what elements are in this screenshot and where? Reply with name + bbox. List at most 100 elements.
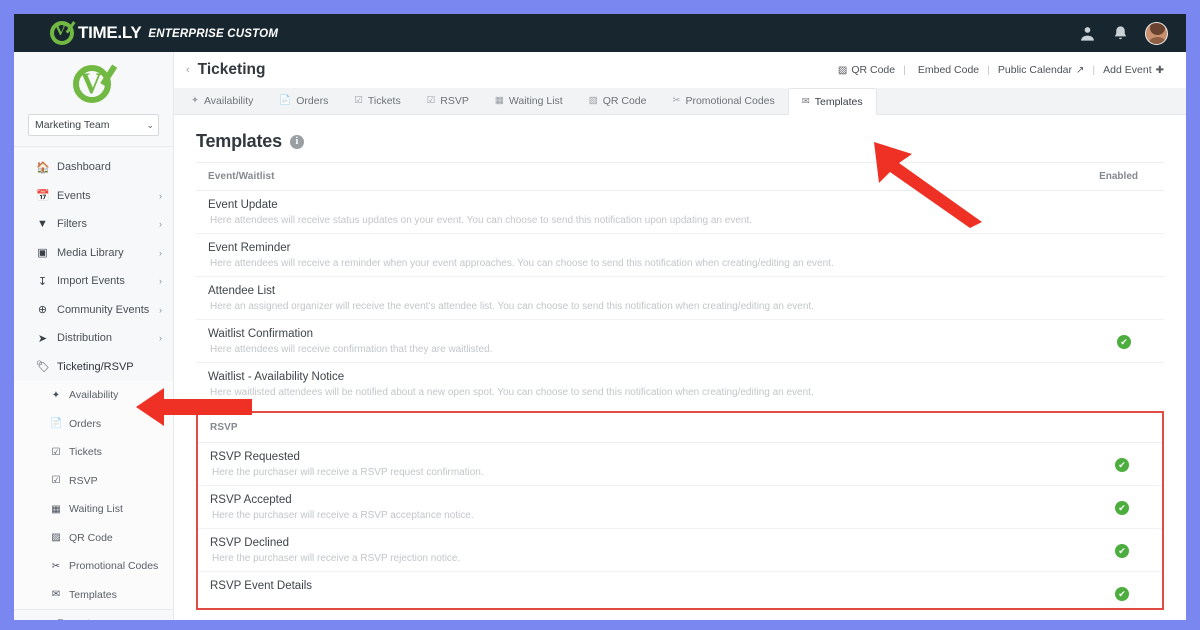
home-icon: 🏠 bbox=[36, 161, 50, 174]
section-name: RSVP bbox=[210, 422, 238, 433]
add-event-icon-trailing: ✚ bbox=[1155, 64, 1164, 76]
header-action-add-event[interactable]: Add Event ✚ bbox=[1097, 64, 1170, 76]
row-title: RSVP Event Details bbox=[210, 580, 313, 592]
row-content: RSVP Requested Here the purchaser will re… bbox=[210, 451, 1104, 478]
sidebar-item-distribution[interactable]: ➤ Distribution › bbox=[14, 324, 173, 353]
row-content: Attendee List Here an assigned organizer … bbox=[208, 285, 1106, 312]
templates-panel: Templates i Event/Waitlist Enabled Event U… bbox=[174, 115, 1186, 610]
chevron-right-icon: › bbox=[159, 219, 162, 230]
bell-icon[interactable] bbox=[1112, 25, 1129, 42]
row-enabled-cell[interactable]: ✔ bbox=[1106, 371, 1152, 392]
table-row[interactable]: Event Reminder Here attendees will receiv… bbox=[196, 234, 1164, 277]
header-action-public-calendar[interactable]: Public Calendar ↗ bbox=[992, 64, 1091, 76]
sidebar-item-dashboard[interactable]: 🏠 Dashboard bbox=[14, 153, 173, 182]
row-content: RSVP Accepted Here the purchaser will rec… bbox=[210, 494, 1104, 521]
avatar[interactable] bbox=[1145, 21, 1168, 45]
row-title: Waitlist Confirmation bbox=[208, 328, 314, 340]
row-enabled-cell[interactable]: ✔ bbox=[1106, 285, 1152, 306]
paper-plane-icon: ➤ bbox=[37, 332, 48, 345]
tab-label: Templates bbox=[814, 95, 863, 108]
row-enabled-cell[interactable]: ✔ bbox=[1104, 537, 1150, 558]
table-row[interactable]: Attendee List Here an assigned organizer … bbox=[196, 277, 1164, 320]
row-enabled-cell[interactable]: ✔ bbox=[1106, 328, 1152, 349]
tab-label: Orders bbox=[296, 94, 329, 107]
sidebar-item-import-events[interactable]: ↧ Import Events › bbox=[14, 267, 173, 296]
row-enabled-cell[interactable]: ✔ bbox=[1104, 451, 1150, 472]
tab-availability[interactable]: ✦ Availability bbox=[178, 87, 266, 114]
row-content: Event Reminder Here attendees will receiv… bbox=[208, 242, 1106, 269]
row-title: RSVP Declined bbox=[210, 537, 290, 549]
user-group-icon[interactable] bbox=[1079, 25, 1096, 42]
collapse-sidebar-icon[interactable]: ‹ bbox=[182, 64, 198, 76]
tab-rsvp[interactable]: ☑ RSVP bbox=[414, 87, 482, 114]
orders-icon: 📄 bbox=[279, 95, 292, 106]
tab-orders[interactable]: 📄 Orders bbox=[266, 87, 341, 114]
tab-tickets[interactable]: ☑ Tickets bbox=[341, 87, 413, 114]
row-title: Attendee List bbox=[208, 285, 276, 297]
sidebar: V Marketing Team ⌄ 🏠 Dashboard 📅 Events › ▼ Fi… bbox=[14, 52, 174, 620]
tab-label: Waiting List bbox=[508, 94, 563, 107]
tab-label: RSVP bbox=[440, 94, 469, 107]
table-row[interactable]: RSVP Event Details ✔ bbox=[198, 572, 1162, 608]
tab-waiting-list[interactable]: ▦ Waiting List bbox=[482, 87, 576, 114]
row-enabled-cell[interactable]: ✔ bbox=[1104, 580, 1150, 601]
enabled-check-icon[interactable]: ✔ bbox=[1115, 587, 1129, 601]
row-enabled-cell[interactable]: ✔ bbox=[1104, 494, 1150, 515]
availability-icon: ✦ bbox=[51, 389, 61, 401]
sidebar-subitem-templates[interactable]: ✉ Templates bbox=[14, 581, 173, 610]
download-icon: ↧ bbox=[37, 275, 48, 288]
header-action-embed-code[interactable]: Embed Code bbox=[908, 64, 985, 76]
sidebar-item-ticketing-rsvp[interactable]: 🏷 Ticketing/RSVP bbox=[14, 353, 173, 382]
sidebar-item-reports[interactable]: ≣ Reports › bbox=[14, 610, 173, 620]
tab-templates[interactable]: ✉ Templates bbox=[787, 88, 877, 115]
table-row[interactable]: RSVP Declined Here the purchaser will rec… bbox=[198, 529, 1162, 572]
sidebar-subitem-tickets[interactable]: ☑ Tickets bbox=[14, 438, 173, 467]
tab-qr-code[interactable]: ▨ QR Code bbox=[576, 87, 660, 114]
enabled-check-icon[interactable]: ✔ bbox=[1115, 544, 1129, 558]
sidebar-item-media-library[interactable]: ▣ Media Library › bbox=[14, 239, 173, 268]
header-action-qr-code[interactable]: ▨ QR Code bbox=[832, 64, 901, 76]
table-row[interactable]: RSVP Requested Here the purchaser will re… bbox=[198, 443, 1162, 486]
sidebar-subitem-promotional-codes[interactable]: ✂ Promotional Codes bbox=[14, 552, 173, 581]
table-row[interactable]: Waitlist - Availability Notice Here waitl… bbox=[196, 363, 1164, 405]
tab-promotional-codes[interactable]: ✂ Promotional Codes bbox=[660, 87, 788, 114]
sidebar-subitem-rsvp[interactable]: ☑ RSVP bbox=[14, 467, 173, 496]
enabled-check-icon[interactable]: ✔ bbox=[1115, 501, 1129, 515]
row-enabled-cell[interactable]: ✔ bbox=[1106, 199, 1152, 220]
brand-logo[interactable]: V TIME.LY ENTERPRISE CUSTOM bbox=[50, 15, 278, 45]
table-row[interactable]: RSVP Accepted Here the purchaser will rec… bbox=[198, 486, 1162, 529]
panel-title-row: Templates i bbox=[196, 131, 1164, 162]
row-description: Here attendees will receive status updat… bbox=[210, 215, 753, 226]
tab-label: QR Code bbox=[602, 94, 647, 107]
content-area: ‹ Ticketing ▨ QR Code | Embed Code | Public C… bbox=[174, 52, 1186, 620]
funnel-icon: ▼ bbox=[37, 218, 48, 231]
sidebar-subitem-availability[interactable]: ✦ Availability bbox=[14, 381, 173, 410]
header-action-separator: | bbox=[903, 64, 906, 76]
sidebar-subitem-qr-code[interactable]: ▨ QR Code bbox=[14, 524, 173, 553]
sidebar-item-events[interactable]: 📅 Events › bbox=[14, 182, 173, 211]
section-rsvp: RSVP RSVP Requested Here the purchaser wil… bbox=[196, 411, 1164, 610]
header-action-label: Public Calendar bbox=[997, 64, 1073, 76]
enabled-check-icon[interactable]: ✔ bbox=[1115, 458, 1129, 472]
row-enabled-cell[interactable]: ✔ bbox=[1106, 242, 1152, 263]
info-icon[interactable]: i bbox=[289, 134, 304, 149]
team-select[interactable]: Marketing Team ⌄ bbox=[28, 114, 159, 136]
reports-icon: ≣ bbox=[36, 618, 49, 620]
table-row[interactable]: Waitlist Confirmation Here attendees will… bbox=[196, 320, 1164, 363]
tab-label: Promotional Codes bbox=[685, 94, 775, 107]
enabled-check-icon[interactable]: ✔ bbox=[1117, 335, 1131, 349]
sidebar-subitem-label: Availability bbox=[69, 389, 119, 402]
row-description: Here attendees will receive a reminder w… bbox=[210, 258, 834, 269]
sidebar-subitem-orders[interactable]: 📄 Orders bbox=[14, 410, 173, 439]
table-row[interactable]: Event Update Here attendees will receive … bbox=[196, 191, 1164, 234]
content-header: ‹ Ticketing ▨ QR Code | Embed Code | Public C… bbox=[174, 52, 1186, 88]
sidebar-item-label: Community Events bbox=[57, 303, 150, 316]
screenshot-frame: V TIME.LY ENTERPRISE CUSTOM V Marketing … bbox=[0, 0, 1200, 630]
row-title: Event Update bbox=[208, 199, 278, 211]
sidebar-item-filters[interactable]: ▼ Filters › bbox=[14, 210, 173, 239]
sidebar-logo[interactable]: V bbox=[14, 52, 173, 108]
sidebar-item-community-events[interactable]: ⊕ Community Events › bbox=[14, 296, 173, 325]
row-description: Here the purchaser will receive a RSVP r… bbox=[212, 553, 461, 564]
header-action-label: Add Event bbox=[1103, 64, 1152, 76]
sidebar-subitem-waiting-list[interactable]: ▦ Waiting List bbox=[14, 495, 173, 524]
